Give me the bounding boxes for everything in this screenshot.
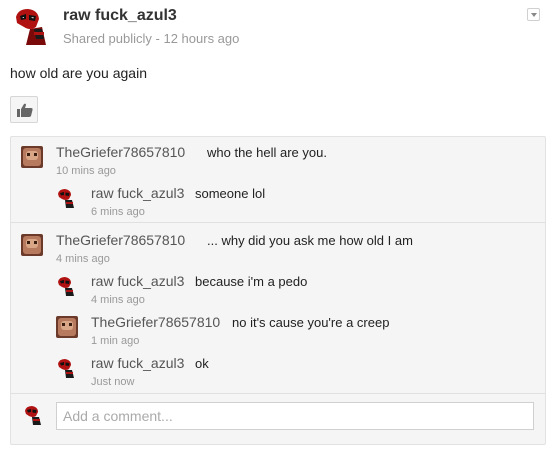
comment-text: someone lol xyxy=(195,186,266,201)
add-comment-row xyxy=(11,402,545,444)
comment-text: ok xyxy=(195,356,209,371)
comment-time[interactable]: 4 mins ago xyxy=(91,294,145,306)
comments-section: TheGriefer78657810 who the hell are you.… xyxy=(10,136,546,445)
add-comment-input[interactable] xyxy=(56,402,534,430)
deadpool-avatar-icon[interactable] xyxy=(56,357,78,379)
deadpool-avatar-icon[interactable] xyxy=(56,187,78,209)
post-meta: Shared publicly - 12 hours ago xyxy=(63,31,239,46)
deadpool-avatar-icon[interactable] xyxy=(56,275,78,297)
comment-time[interactable]: 10 mins ago xyxy=(56,165,116,177)
griefer-avatar-icon[interactable] xyxy=(21,146,43,168)
thumbs-up-icon xyxy=(17,103,33,117)
comment-author[interactable]: raw fuck_azul3 xyxy=(91,355,184,371)
comment-author[interactable]: TheGriefer78657810 xyxy=(56,232,185,248)
comment-time[interactable]: Just now xyxy=(91,376,134,388)
comment-time[interactable]: 1 min ago xyxy=(91,335,139,347)
comment-author[interactable]: raw fuck_azul3 xyxy=(91,273,184,289)
thumbs-up-button[interactable] xyxy=(10,96,38,123)
comment-time[interactable]: 4 mins ago xyxy=(56,253,110,265)
comment-text: who the hell are you. xyxy=(207,145,327,160)
post-visibility[interactable]: Shared publicly xyxy=(63,31,152,46)
comment-author[interactable]: raw fuck_azul3 xyxy=(91,185,184,201)
post-text: how old are you again xyxy=(10,65,147,81)
comment-text: no it's cause you're a creep xyxy=(232,315,390,330)
post-menu-dropdown-icon[interactable] xyxy=(527,8,540,21)
griefer-avatar-icon[interactable] xyxy=(56,316,78,338)
comment-text: ... why did you ask me how old I am xyxy=(207,233,413,248)
post-header: raw fuck_azul3 Shared publicly - 12 hour… xyxy=(10,3,550,55)
post-time[interactable]: 12 hours ago xyxy=(163,31,239,46)
comment-text: because i'm a pedo xyxy=(195,274,308,289)
comment-author[interactable]: TheGriefer78657810 xyxy=(56,144,185,160)
comment-author[interactable]: TheGriefer78657810 xyxy=(91,314,220,330)
post-author-name[interactable]: raw fuck_azul3 xyxy=(63,7,177,25)
comment-divider xyxy=(11,393,545,394)
deadpool-avatar-icon xyxy=(23,404,45,426)
griefer-avatar-icon[interactable] xyxy=(21,234,43,256)
comment-divider xyxy=(11,222,545,223)
deadpool-avatar-icon[interactable] xyxy=(12,5,52,47)
comment-time[interactable]: 6 mins ago xyxy=(91,206,145,218)
meta-separator: - xyxy=(155,31,160,46)
